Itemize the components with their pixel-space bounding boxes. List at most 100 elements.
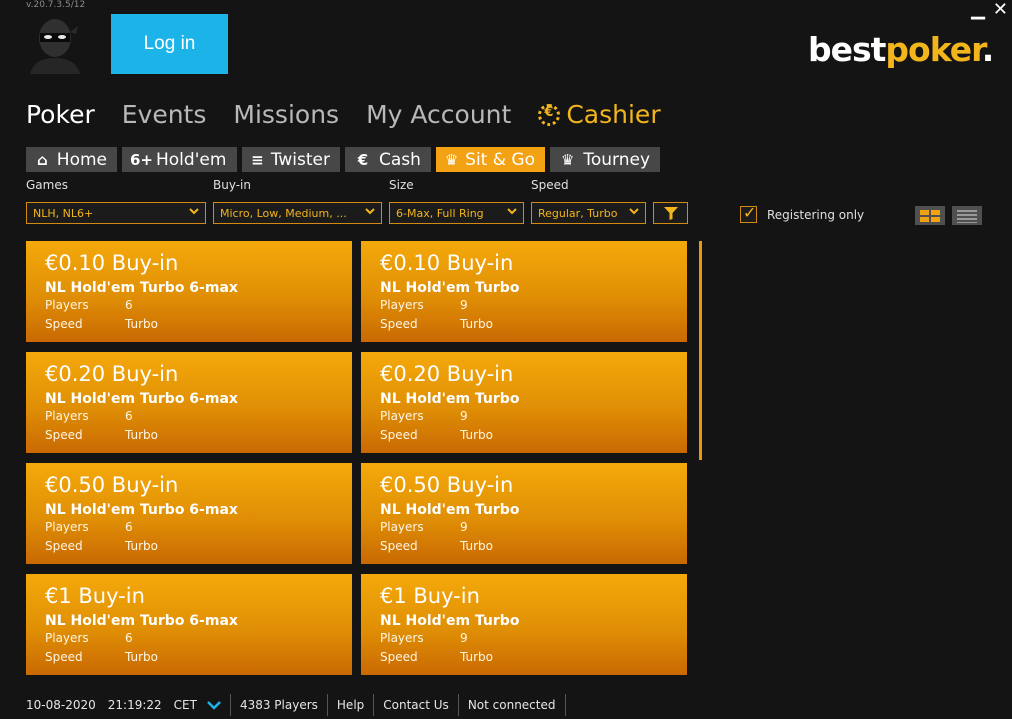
house-icon: ⌂ — [37, 150, 48, 169]
euro-icon: € — [357, 150, 369, 169]
tile-players-value: 9 — [460, 298, 468, 312]
nav-cashier[interactable]: Cashier — [538, 100, 661, 129]
nav-missions[interactable]: Missions — [233, 100, 339, 129]
speed-filter-label: Speed — [531, 178, 569, 192]
tile-players-label: Players — [380, 520, 424, 534]
filter-button[interactable] — [653, 202, 688, 224]
tile-players-label: Players — [380, 409, 424, 423]
tile-players-label: Players — [380, 298, 424, 312]
tile-players-value: 6 — [125, 631, 133, 645]
tab-home[interactable]: ⌂ Home — [26, 147, 117, 172]
help-link[interactable]: Help — [328, 694, 375, 716]
buyin-filter-select[interactable]: Micro, Low, Medium, ... — [213, 202, 382, 224]
tile-game: NL Hold'em Turbo — [380, 502, 520, 518]
size-filter-select[interactable]: 6-Max, Full Ring — [389, 202, 524, 224]
tournament-tile[interactable]: €0.10 Buy-in NL Hold'em Turbo 6-max Play… — [26, 241, 352, 342]
tile-speed-label: Speed — [45, 428, 83, 442]
main-nav: Poker Events Missions My Account Cashier — [26, 100, 688, 129]
tournament-tile[interactable]: €0.50 Buy-in NL Hold'em Turbo 6-max Play… — [26, 463, 352, 564]
chevron-down-icon — [365, 208, 375, 215]
contact-us-link[interactable]: Contact Us — [374, 694, 459, 716]
sit-and-go-tiles: €0.10 Buy-in NL Hold'em Turbo 6-max Play… — [26, 241, 688, 676]
status-bar: 10-08-2020 21:19:22 CET 4383 Players Hel… — [26, 694, 566, 716]
nav-poker[interactable]: Poker — [26, 100, 95, 129]
tile-game: NL Hold'em Turbo 6-max — [45, 391, 238, 407]
registering-only-label: Registering only — [767, 207, 865, 222]
list-view-button[interactable] — [952, 206, 982, 225]
tournament-tile[interactable]: €0.20 Buy-in NL Hold'em Turbo Players 9 S… — [361, 352, 687, 453]
connection-status: Not connected — [459, 694, 566, 716]
window-controls: ▁ ✕ — [971, 0, 1008, 20]
tile-game: NL Hold'em Turbo — [380, 391, 520, 407]
tab-twister[interactable]: ≡ Twister — [242, 147, 340, 172]
status-time: 21:19:22 — [107, 698, 162, 712]
buyin-filter-label: Buy-in — [213, 178, 251, 192]
avatar[interactable] — [26, 14, 84, 74]
tile-speed-value: Turbo — [125, 650, 159, 664]
tile-speed-label: Speed — [380, 428, 418, 442]
nav-events[interactable]: Events — [122, 100, 207, 129]
tab-tourney[interactable]: ♛ Tourney — [550, 147, 660, 172]
tile-buyin: €0.10 Buy-in — [45, 251, 179, 275]
tournament-tile[interactable]: €0.50 Buy-in NL Hold'em Turbo Players 9 S… — [361, 463, 687, 564]
tile-players-value: 6 — [125, 409, 133, 423]
tile-speed-value: Turbo — [460, 428, 494, 442]
tile-speed-label: Speed — [380, 650, 418, 664]
tile-players-value: 6 — [125, 298, 133, 312]
datetime-segment[interactable]: 10-08-2020 21:19:22 CET — [26, 694, 231, 716]
chevron-down-icon — [207, 701, 221, 710]
tile-game: NL Hold'em Turbo 6-max — [45, 613, 238, 629]
registering-only-toggle[interactable]: ✓ Registering only — [740, 203, 865, 223]
tiles-scrollbar[interactable] — [699, 241, 702, 460]
tile-buyin: €1 Buy-in — [45, 584, 145, 608]
list-view-icon — [957, 210, 977, 223]
minimize-icon[interactable]: ▁ — [971, 0, 985, 20]
login-button[interactable]: Log in — [111, 14, 228, 74]
tab-cash[interactable]: € Cash — [345, 147, 431, 172]
tournament-tile[interactable]: €1 Buy-in NL Hold'em Turbo 6-max Players… — [26, 574, 352, 675]
tab-sit-and-go[interactable]: ♛ Sit & Go — [436, 147, 545, 172]
close-icon[interactable]: ✕ — [993, 0, 1008, 20]
tile-players-label: Players — [45, 409, 89, 423]
tile-players-label: Players — [380, 631, 424, 645]
tile-speed-label: Speed — [45, 650, 83, 664]
status-date: 10-08-2020 — [26, 698, 96, 712]
tile-players-value: 9 — [460, 520, 468, 534]
tile-players-label: Players — [45, 298, 89, 312]
tab-holdem[interactable]: 6+ Hold'em — [122, 147, 237, 172]
speed-filter-select[interactable]: Regular, Turbo — [531, 202, 646, 224]
grid-view-button[interactable] — [915, 206, 945, 225]
version-label: v.20.7.3.5/12 — [26, 0, 86, 10]
tile-players-label: Players — [45, 520, 89, 534]
tile-game: NL Hold'em Turbo — [380, 613, 520, 629]
nav-my-account[interactable]: My Account — [366, 100, 511, 129]
registering-only-checkbox[interactable]: ✓ — [740, 203, 757, 223]
tile-buyin: €0.50 Buy-in — [45, 473, 179, 497]
tournament-tile[interactable]: €1 Buy-in NL Hold'em Turbo Players 9 Spee… — [361, 574, 687, 675]
grid-view-icon — [920, 210, 940, 222]
tournament-tile[interactable]: €0.10 Buy-in NL Hold'em Turbo Players 9 S… — [361, 241, 687, 342]
tile-game: NL Hold'em Turbo 6-max — [45, 502, 238, 518]
tile-players-label: Players — [45, 631, 89, 645]
tile-buyin: €0.20 Buy-in — [380, 362, 514, 386]
sub-tabs: ⌂ Home 6+ Hold'em ≡ Twister € Cash ♛ Sit & Go… — [26, 147, 660, 172]
games-filter-label: Games — [26, 178, 68, 192]
tournament-tile[interactable]: €0.20 Buy-in NL Hold'em Turbo 6-max Play… — [26, 352, 352, 453]
twister-icon: ≡ — [251, 150, 264, 169]
tile-buyin: €0.20 Buy-in — [45, 362, 179, 386]
cup-icon: ♛ — [560, 150, 575, 169]
games-filter-select[interactable]: NLH, NL6+ — [26, 202, 206, 224]
euro-coin-icon — [538, 103, 561, 126]
tile-speed-value: Turbo — [460, 317, 494, 331]
tile-speed-label: Speed — [45, 317, 83, 331]
tile-speed-value: Turbo — [125, 317, 159, 331]
tile-speed-value: Turbo — [125, 428, 159, 442]
tile-game: NL Hold'em Turbo — [380, 280, 520, 296]
chevron-down-icon — [629, 208, 639, 215]
tile-game: NL Hold'em Turbo 6-max — [45, 280, 238, 296]
tile-buyin: €0.10 Buy-in — [380, 251, 514, 275]
tile-players-value: 9 — [460, 631, 468, 645]
chevron-down-icon — [189, 208, 199, 215]
tile-buyin: €1 Buy-in — [380, 584, 480, 608]
status-timezone: CET — [173, 698, 197, 712]
